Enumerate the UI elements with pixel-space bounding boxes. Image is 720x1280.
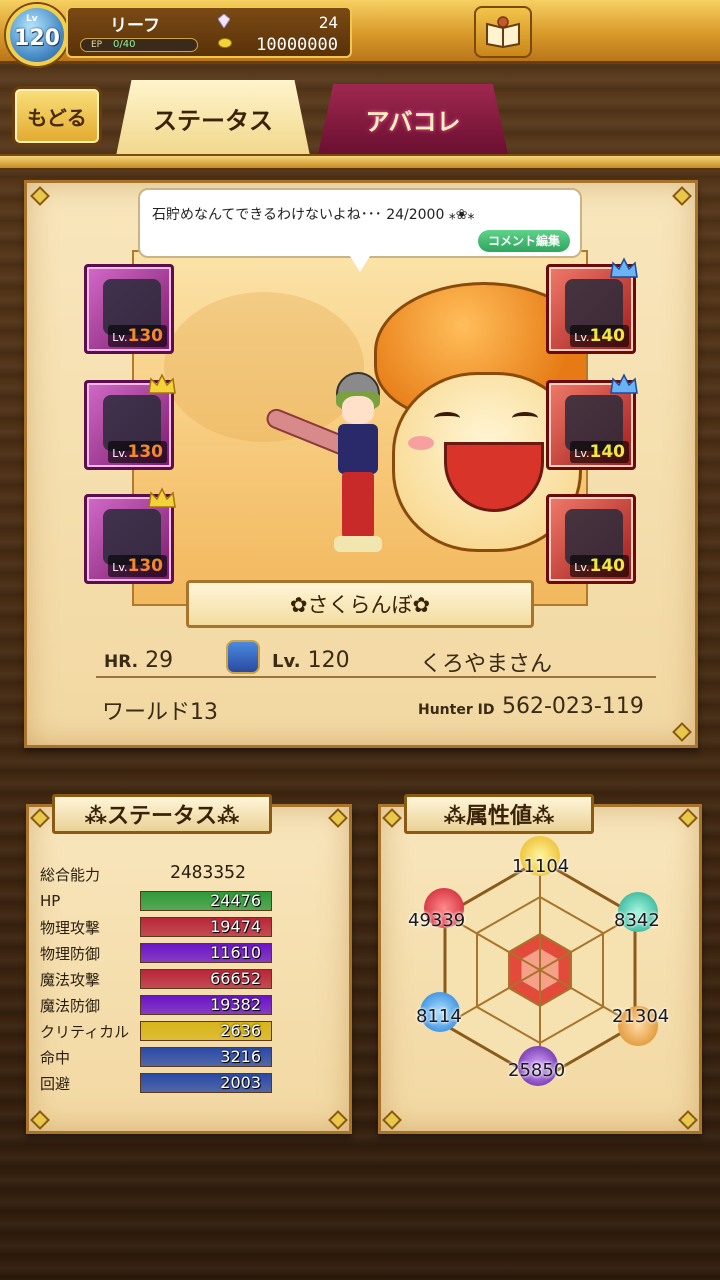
ep-label: EP	[91, 40, 103, 50]
corner-ornament	[328, 1110, 348, 1130]
world-label: ワールド13	[102, 700, 218, 725]
crown-icon	[610, 257, 638, 278]
hunter-name: くろやまさん	[420, 652, 553, 677]
tab-abakore[interactable]: アバコレ	[318, 84, 508, 154]
comment-bubble: 石貯めなんてできるわけないよね･･･ 24/2000 ⁎❀⁎ コメント編集	[138, 188, 582, 272]
equip-level: Lv.140	[570, 441, 629, 463]
avatar-shoes	[334, 536, 382, 552]
equip-slot-head[interactable]: Lv.140	[546, 257, 638, 354]
stat-bar: 24476	[140, 891, 272, 911]
crown-icon	[148, 487, 176, 508]
coin-icon	[218, 38, 232, 48]
equip-slot-armor[interactable]: Lv.130	[84, 373, 176, 470]
stat-bar: 11610	[140, 943, 272, 963]
stat-label: 命中	[40, 1048, 71, 1067]
mushroom-blush	[408, 436, 434, 450]
equip-slot-weapon[interactable]: Lv.130	[84, 264, 174, 354]
equip-level: Lv.130	[108, 555, 167, 577]
top-bar: Lv 120 リーフ EP 0/40 24 10000000	[0, 0, 720, 66]
total-power-label: 総合能力	[40, 866, 101, 884]
corner-ornament	[30, 808, 50, 828]
corner-ornament	[30, 186, 50, 206]
water-value: 8114	[416, 1006, 462, 1027]
tab-rail	[0, 154, 720, 170]
stat-bar: 66652	[140, 969, 272, 989]
player-level: 120	[14, 25, 60, 51]
hunter-id-label: Hunter ID	[418, 702, 495, 718]
divider	[96, 676, 656, 678]
stat-label: クリティカル	[40, 1022, 130, 1041]
book-icon	[486, 16, 520, 48]
corner-ornament	[672, 722, 692, 742]
hunter-title-plate: ✿さくらんぼ✿	[186, 580, 534, 628]
attribute-panel-title: ⁂属性値⁂	[404, 794, 594, 834]
back-button[interactable]: もどる	[12, 86, 102, 146]
equip-level: Lv.140	[570, 325, 629, 347]
avatar-body	[338, 424, 378, 474]
stat-bar: 2003	[140, 1073, 272, 1093]
crown-icon	[148, 373, 176, 394]
mushroom-eye	[512, 412, 538, 424]
ep-bar: EP 0/40	[80, 38, 198, 52]
hunter-level: Lv. 120	[272, 648, 350, 673]
avatar-face	[342, 396, 374, 424]
ep-value: 0/40	[113, 39, 136, 50]
rank-emblem-icon	[226, 640, 260, 674]
crown-icon	[610, 373, 638, 394]
stat-label: HP	[40, 892, 61, 910]
stat-label: 物理防御	[40, 944, 101, 963]
stat-label: 魔法攻撃	[40, 970, 101, 989]
stat-label: 物理攻撃	[40, 918, 101, 937]
status-panel-title: ⁂ステータス⁂	[52, 794, 272, 834]
gem-icon	[218, 14, 230, 28]
fire-value: 49339	[408, 910, 466, 931]
stat-bar: 19474	[140, 917, 272, 937]
wind-value: 8342	[614, 910, 660, 931]
earth-value: 21304	[612, 1006, 670, 1027]
player-info-panel: リーフ EP 0/40 24 10000000	[66, 6, 352, 58]
stat-bar: 19382	[140, 995, 272, 1015]
stat-bar: 3216	[140, 1047, 272, 1067]
equip-level: Lv.130	[108, 325, 167, 347]
corner-ornament	[328, 808, 348, 828]
comment-text: 石貯めなんてできるわけないよね･･･ 24/2000 ⁎❀⁎	[152, 207, 475, 223]
corner-ornament	[678, 808, 698, 828]
comment-edit-button[interactable]: コメント編集	[477, 230, 570, 252]
hunter-avatar[interactable]	[324, 372, 394, 562]
stat-label: 回避	[40, 1074, 71, 1093]
hunter-rank: HR. 29	[104, 648, 174, 673]
total-power-value: 2483352	[170, 862, 246, 883]
book-button[interactable]	[474, 6, 532, 58]
corner-ornament	[382, 808, 402, 828]
light-value: 11104	[512, 856, 570, 877]
avatar-stage	[132, 250, 588, 606]
mushroom-eye	[434, 412, 460, 424]
hunter-id-value: 562-023-119	[502, 694, 644, 719]
equip-slot-feet[interactable]: Lv.140	[546, 494, 636, 584]
level-prefix: Lv	[26, 14, 38, 24]
tab-status[interactable]: ステータス	[116, 80, 310, 156]
player-level-badge: Lv 120	[6, 4, 68, 66]
equip-slot-cape[interactable]: Lv.130	[84, 487, 176, 584]
equip-level: Lv.130	[108, 441, 167, 463]
player-name: リーフ	[110, 16, 160, 36]
corner-ornament	[30, 1110, 50, 1130]
gem-count: 24	[318, 13, 338, 32]
stat-label: 魔法防御	[40, 996, 101, 1015]
corner-ornament	[672, 186, 692, 206]
equip-level: Lv.140	[570, 555, 629, 577]
avatar-legs	[342, 472, 374, 538]
coin-count: 10000000	[256, 35, 338, 55]
equip-slot-hands[interactable]: Lv.140	[546, 373, 638, 470]
stat-bar: 2636	[140, 1021, 272, 1041]
dark-value: 25850	[508, 1060, 566, 1081]
